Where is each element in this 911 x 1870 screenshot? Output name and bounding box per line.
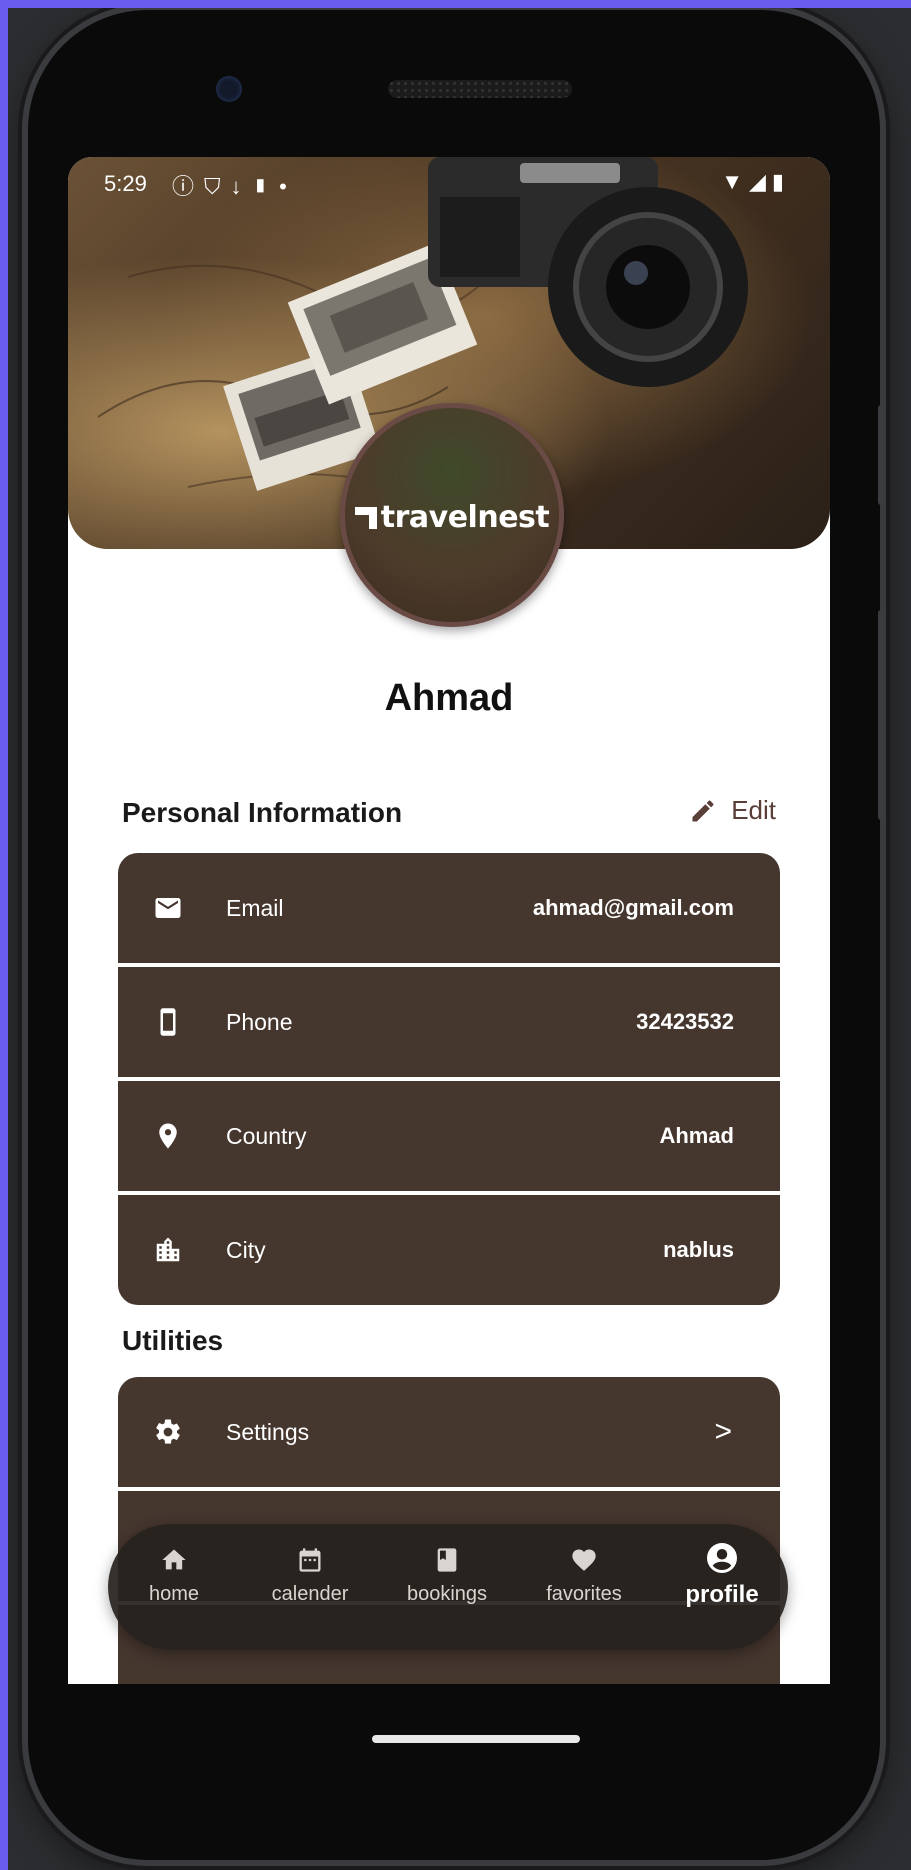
phone-icon: [152, 1006, 184, 1038]
avatar[interactable]: travelnest: [340, 403, 564, 627]
signal-icon: ◢: [748, 169, 772, 194]
info-value: ahmad@gmail.com: [532, 895, 734, 920]
chevron-right-icon: >: [714, 1415, 732, 1448]
status-bar: 5:29 ⓘ⛉↓▮• ▼◢▮: [68, 157, 830, 213]
info-label: Email: [226, 894, 284, 921]
profile-icon: [707, 1543, 737, 1573]
book-icon: [437, 1548, 457, 1572]
info-row-city[interactable]: City nablus: [118, 1195, 780, 1305]
info-icon: ⓘ: [172, 174, 205, 199]
nav-bookings[interactable]: bookings: [387, 1546, 507, 1606]
edit-label: Edit: [731, 795, 776, 825]
nav-home[interactable]: home: [114, 1546, 234, 1606]
earpiece-speaker: [388, 80, 572, 98]
info-row-country[interactable]: Country Ahmad: [118, 1081, 780, 1191]
avatar-logo: travelnest: [345, 500, 559, 535]
info-label: City: [226, 1236, 266, 1263]
nav-calendar[interactable]: calender: [250, 1546, 370, 1606]
dot-icon: •: [279, 174, 297, 199]
front-camera: [216, 76, 242, 102]
avatar-logo-text: travelnest: [380, 500, 550, 535]
home-indicator[interactable]: [372, 1735, 580, 1743]
heart-icon: [572, 1549, 596, 1571]
status-system-icons: ▼◢▮: [721, 169, 790, 195]
info-value: Ahmad: [659, 1123, 734, 1148]
travelnest-logo-icon: [354, 507, 377, 529]
city-icon: [152, 1234, 184, 1266]
personal-info-title: Personal Information: [122, 797, 403, 828]
nav-label: home: [148, 1583, 200, 1605]
info-row-email[interactable]: Email ahmad@gmail.com: [118, 853, 780, 963]
calendar-icon: [299, 1548, 321, 1572]
wifi-icon: ▼: [721, 169, 749, 194]
app-screen: 5:29 ⓘ⛉↓▮• ▼◢▮ travelnest Ahmad Personal…: [68, 157, 830, 1684]
volume-button: [878, 610, 886, 820]
utility-row-settings[interactable]: Settings >: [118, 1377, 780, 1487]
gear-icon: [152, 1416, 184, 1448]
nav-label: profile: [685, 1581, 759, 1608]
shield-icon: ⛉: [204, 174, 231, 199]
nav-profile[interactable]: profile: [662, 1540, 782, 1609]
nav-label: bookings: [406, 1583, 488, 1605]
info-value: 32423532: [636, 1009, 734, 1034]
info-label: Country: [226, 1122, 307, 1149]
home-icon: [162, 1549, 186, 1570]
personal-info-list: Email ahmad@gmail.com Phone 32423532 Cou…: [118, 853, 780, 1309]
pencil-icon: [692, 799, 714, 821]
mail-icon: [152, 892, 184, 924]
info-label: Phone: [226, 1008, 293, 1035]
status-time: 5:29: [104, 171, 147, 196]
utility-label: Settings: [226, 1418, 310, 1445]
bottom-nav: home calender bookings favorites profile: [108, 1524, 788, 1650]
power-button: [878, 405, 886, 505]
status-notification-icons: ⓘ⛉↓▮•: [172, 169, 297, 201]
profile-name: Ahmad: [384, 677, 514, 719]
phone-frame: 5:29 ⓘ⛉↓▮• ▼◢▮ travelnest Ahmad Personal…: [28, 10, 886, 1860]
nav-label: favorites: [546, 1583, 622, 1605]
sd-card-icon: ▮: [251, 174, 280, 199]
edit-button[interactable]: Edit: [689, 795, 776, 826]
info-value: nablus: [663, 1237, 734, 1262]
location-pin-icon: [152, 1120, 184, 1152]
info-row-phone[interactable]: Phone 32423532: [118, 967, 780, 1077]
nav-label: calender: [271, 1583, 349, 1605]
battery-icon: ▮: [771, 169, 790, 194]
nav-favorites[interactable]: favorites: [524, 1546, 644, 1606]
download-icon: ↓: [230, 174, 252, 199]
utilities-title: Utilities: [122, 1325, 224, 1356]
